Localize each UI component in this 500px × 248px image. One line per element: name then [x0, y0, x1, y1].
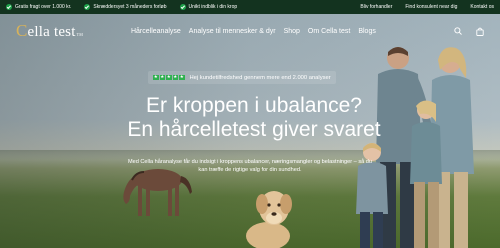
headline-line-1: Er kroppen i ubalance?: [146, 94, 362, 117]
customer-rating-badge: ★ ★ ★ ★ ★ Hej kundetilfredshed gennem me…: [148, 71, 336, 84]
nav-item-hair-analysis[interactable]: Hårcelleanalyse: [131, 28, 181, 35]
nav-item-blogs[interactable]: Blogs: [358, 28, 376, 35]
star-icon: ★: [166, 74, 172, 81]
nav-item-shop[interactable]: Shop: [284, 28, 300, 35]
hero-subtext: Med Cella håranalyse får du indsigt i kr…: [127, 159, 373, 173]
nav-item-analysis-people-animals[interactable]: Analyse til mennesker & dyr: [189, 28, 276, 35]
become-reseller-link[interactable]: Bliv forhandler: [360, 4, 392, 10]
star-icon: ★: [159, 74, 165, 81]
usp-text: Skræddersyet 3 måneders forløb: [93, 4, 167, 10]
search-icon[interactable]: [454, 27, 462, 35]
usp-program: Skræddersyet 3 måneders forløb: [84, 4, 167, 10]
topbar-links: Bliv forhandler Find konsulent near dig …: [360, 4, 494, 10]
nav-icons: [454, 27, 484, 36]
usp-text: Unikt indblik i din krop: [188, 4, 238, 10]
usp-text: Gratis fragt over 1.000 kr.: [15, 4, 72, 10]
logo-text: ella test: [27, 24, 76, 40]
check-circle-icon: [6, 4, 12, 10]
logo-trademark: TM: [76, 32, 83, 37]
family-image: [356, 47, 474, 248]
logo-initial: C: [16, 21, 28, 40]
usp-insight: Unikt indblik i din krop: [179, 4, 238, 10]
star-icon: ★: [153, 74, 159, 81]
rating-text: Hej kundetilfredshed gennem mere end 2.0…: [189, 74, 331, 81]
star-icon: ★: [172, 74, 178, 81]
hero-headline: Er kroppen i ubalance? En hårcelletest g…: [104, 94, 404, 142]
top-announcement-bar: Gratis fragt over 1.000 kr. Skræddersyet…: [0, 0, 500, 14]
nav-menu: Hårcelleanalyse Analyse til mennesker & …: [131, 28, 376, 35]
star-icon: ★: [179, 74, 185, 81]
usp-free-shipping: Gratis fragt over 1.000 kr.: [6, 4, 71, 10]
check-circle-icon: [179, 4, 186, 10]
main-navigation: Cella test TM Hårcelleanalyse Analyse til…: [0, 14, 500, 48]
cella-test-logo[interactable]: Cella test TM: [16, 21, 83, 41]
headline-line-2: En hårcelletest giver svaret: [127, 118, 381, 141]
shopping-bag-icon[interactable]: [476, 27, 484, 36]
contact-link[interactable]: Kontakt os: [470, 4, 494, 10]
rating-stars: ★ ★ ★ ★ ★: [153, 75, 185, 81]
check-circle-icon: [84, 4, 91, 10]
find-consultant-link[interactable]: Find konsulent near dig: [405, 4, 457, 10]
nav-item-about[interactable]: Om Cella test: [308, 28, 350, 35]
dog-image: [246, 191, 292, 248]
